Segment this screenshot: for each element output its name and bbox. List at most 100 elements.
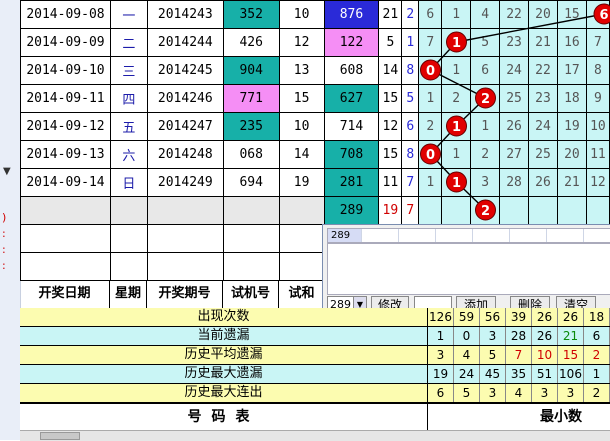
trend-cell[interactable]: 7 [585, 28, 610, 57]
period-cell[interactable]: 2014246 [146, 84, 224, 113]
draw-date-cell[interactable]: 2014-09-11 [20, 84, 111, 113]
test-number-cell[interactable]: 426 [222, 28, 280, 57]
trend-cell[interactable]: 28 [499, 168, 529, 197]
test-sum-cell[interactable]: 13 [278, 56, 325, 85]
draw-date-cell[interactable]: 2014-09-09 [20, 28, 111, 57]
prediction-sum-cell[interactable]: 19 [378, 196, 403, 225]
trend-cell[interactable]: 24 [528, 112, 558, 141]
trend-cell[interactable]: 15 [556, 0, 587, 29]
draw-date-cell[interactable]: 2014-09-08 [20, 0, 111, 29]
trend-cell[interactable] [418, 196, 443, 225]
weekday-cell[interactable]: 日 [109, 168, 148, 197]
test-number-cell[interactable]: 235 [222, 112, 280, 141]
sum-value-cell[interactable]: 14 [378, 56, 403, 85]
trend-cell[interactable]: 9 [585, 84, 610, 113]
trend-cell[interactable]: 19 [556, 112, 587, 141]
trend-cell[interactable] [585, 196, 610, 225]
strip-cell[interactable] [473, 229, 510, 242]
span-value-cell[interactable]: 1 [401, 28, 420, 57]
trend-cell[interactable]: 1 [441, 0, 472, 29]
strip-cell[interactable] [436, 229, 473, 242]
trend-cell[interactable]: 18 [556, 84, 587, 113]
draw-date-cell[interactable]: 2014-09-12 [20, 112, 111, 141]
trend-cell[interactable]: 16 [556, 28, 587, 57]
test-number-cell[interactable]: 694 [222, 168, 280, 197]
trend-cell[interactable]: 3 [470, 168, 501, 197]
trend-cell[interactable]: 21 [528, 28, 558, 57]
trend-cell[interactable]: 0 [418, 140, 443, 169]
trend-cell[interactable] [528, 196, 558, 225]
weekday-cell[interactable]: 三 [109, 56, 148, 85]
trend-cell[interactable]: 4 [470, 0, 501, 29]
draw-number-cell[interactable]: 714 [323, 112, 380, 141]
sum-value-cell[interactable]: 5 [378, 28, 403, 57]
trend-cell[interactable] [470, 196, 501, 225]
trend-cell[interactable]: 1 [441, 56, 472, 85]
span-value-cell[interactable]: 8 [401, 56, 420, 85]
trend-cell[interactable]: 23 [499, 28, 529, 57]
prediction-span-cell[interactable]: 7 [401, 196, 420, 225]
draw-date-cell[interactable]: 2014-09-13 [20, 140, 111, 169]
span-value-cell[interactable]: 6 [401, 112, 420, 141]
weekday-cell[interactable]: 五 [109, 112, 148, 141]
trend-cell[interactable]: 26 [499, 112, 529, 141]
weekday-cell[interactable]: 二 [109, 28, 148, 57]
trend-cell[interactable]: 6 [470, 56, 501, 85]
strip-cell[interactable] [399, 229, 436, 242]
trend-cell[interactable]: 22 [499, 0, 529, 29]
trend-cell[interactable]: 25 [528, 140, 558, 169]
trend-cell[interactable]: 8 [585, 56, 610, 85]
draw-number-cell[interactable]: 608 [323, 56, 380, 85]
trend-cell[interactable]: 1 [418, 168, 443, 197]
trend-cell[interactable]: 26 [528, 168, 558, 197]
sum-value-cell[interactable]: 12 [378, 112, 403, 141]
period-cell[interactable]: 2014249 [146, 168, 224, 197]
trend-cell[interactable]: 23 [528, 84, 558, 113]
sum-value-cell[interactable]: 21 [378, 0, 403, 29]
trend-cell[interactable]: 2 [470, 84, 501, 113]
horizontal-scrollbar[interactable] [20, 430, 610, 441]
table-row[interactable]: 2014-09-09 二 2014244 426 12 122 5 1 7 1 5 23 21 16 7 [20, 28, 610, 57]
trend-cell[interactable]: 5 [470, 28, 501, 57]
period-cell[interactable]: 2014245 [146, 56, 224, 85]
table-row[interactable]: 2014-09-12 五 2014247 235 10 714 12 6 2 1 1 26 24 19 10 [20, 112, 610, 141]
sum-value-cell[interactable]: 11 [378, 168, 403, 197]
test-sum-cell[interactable]: 14 [278, 140, 325, 169]
table-row[interactable]: 2014-09-08 一 2014243 352 10 876 21 2 6 1 4 22 20 15 6 [20, 0, 610, 29]
period-cell[interactable]: 2014244 [146, 28, 224, 57]
draw-number-cell[interactable]: 876 [323, 0, 380, 29]
test-number-cell[interactable]: 904 [222, 56, 280, 85]
trend-cell[interactable]: 1 [441, 28, 472, 57]
draw-number-cell[interactable]: 281 [323, 168, 380, 197]
draw-date-cell[interactable]: 2014-09-10 [20, 56, 111, 85]
test-sum-cell[interactable]: 10 [278, 112, 325, 141]
dialog-list-area[interactable] [327, 243, 610, 295]
test-sum-cell[interactable]: 15 [278, 84, 325, 113]
test-sum-cell[interactable]: 10 [278, 0, 325, 29]
weekday-cell[interactable]: 四 [109, 84, 148, 113]
test-number-cell[interactable]: 068 [222, 140, 280, 169]
table-row[interactable]: 2014-09-13 六 2014248 068 14 708 15 8 0 1 2 27 25 20 11 [20, 140, 610, 169]
trend-cell[interactable]: 2 [470, 140, 501, 169]
test-sum-cell[interactable]: 12 [278, 28, 325, 57]
trend-cell[interactable]: 1 [441, 112, 472, 141]
chevron-down-icon[interactable]: ▼ [3, 166, 11, 177]
trend-cell[interactable]: 11 [585, 140, 610, 169]
prediction-row[interactable]: 289 19 7 [20, 196, 610, 225]
prediction-number-cell[interactable]: 289 [323, 196, 380, 225]
weekday-cell[interactable]: 一 [109, 0, 148, 29]
trend-cell[interactable]: 22 [528, 56, 558, 85]
table-row[interactable]: 2014-09-11 四 2014246 771 15 627 15 5 1 2 2 25 23 18 9 [20, 84, 610, 113]
period-cell[interactable]: 2014247 [146, 112, 224, 141]
trend-cell[interactable]: 25 [499, 84, 529, 113]
span-value-cell[interactable]: 5 [401, 84, 420, 113]
trend-cell[interactable]: 1 [441, 140, 472, 169]
span-value-cell[interactable]: 7 [401, 168, 420, 197]
draw-date-cell[interactable]: 2014-09-14 [20, 168, 111, 197]
trend-cell[interactable]: 7 [418, 28, 443, 57]
weekday-cell[interactable]: 六 [109, 140, 148, 169]
trend-cell[interactable] [441, 196, 472, 225]
trend-cell[interactable]: 21 [556, 168, 587, 197]
sum-value-cell[interactable]: 15 [378, 140, 403, 169]
strip-first-cell[interactable]: 289 [328, 229, 362, 242]
